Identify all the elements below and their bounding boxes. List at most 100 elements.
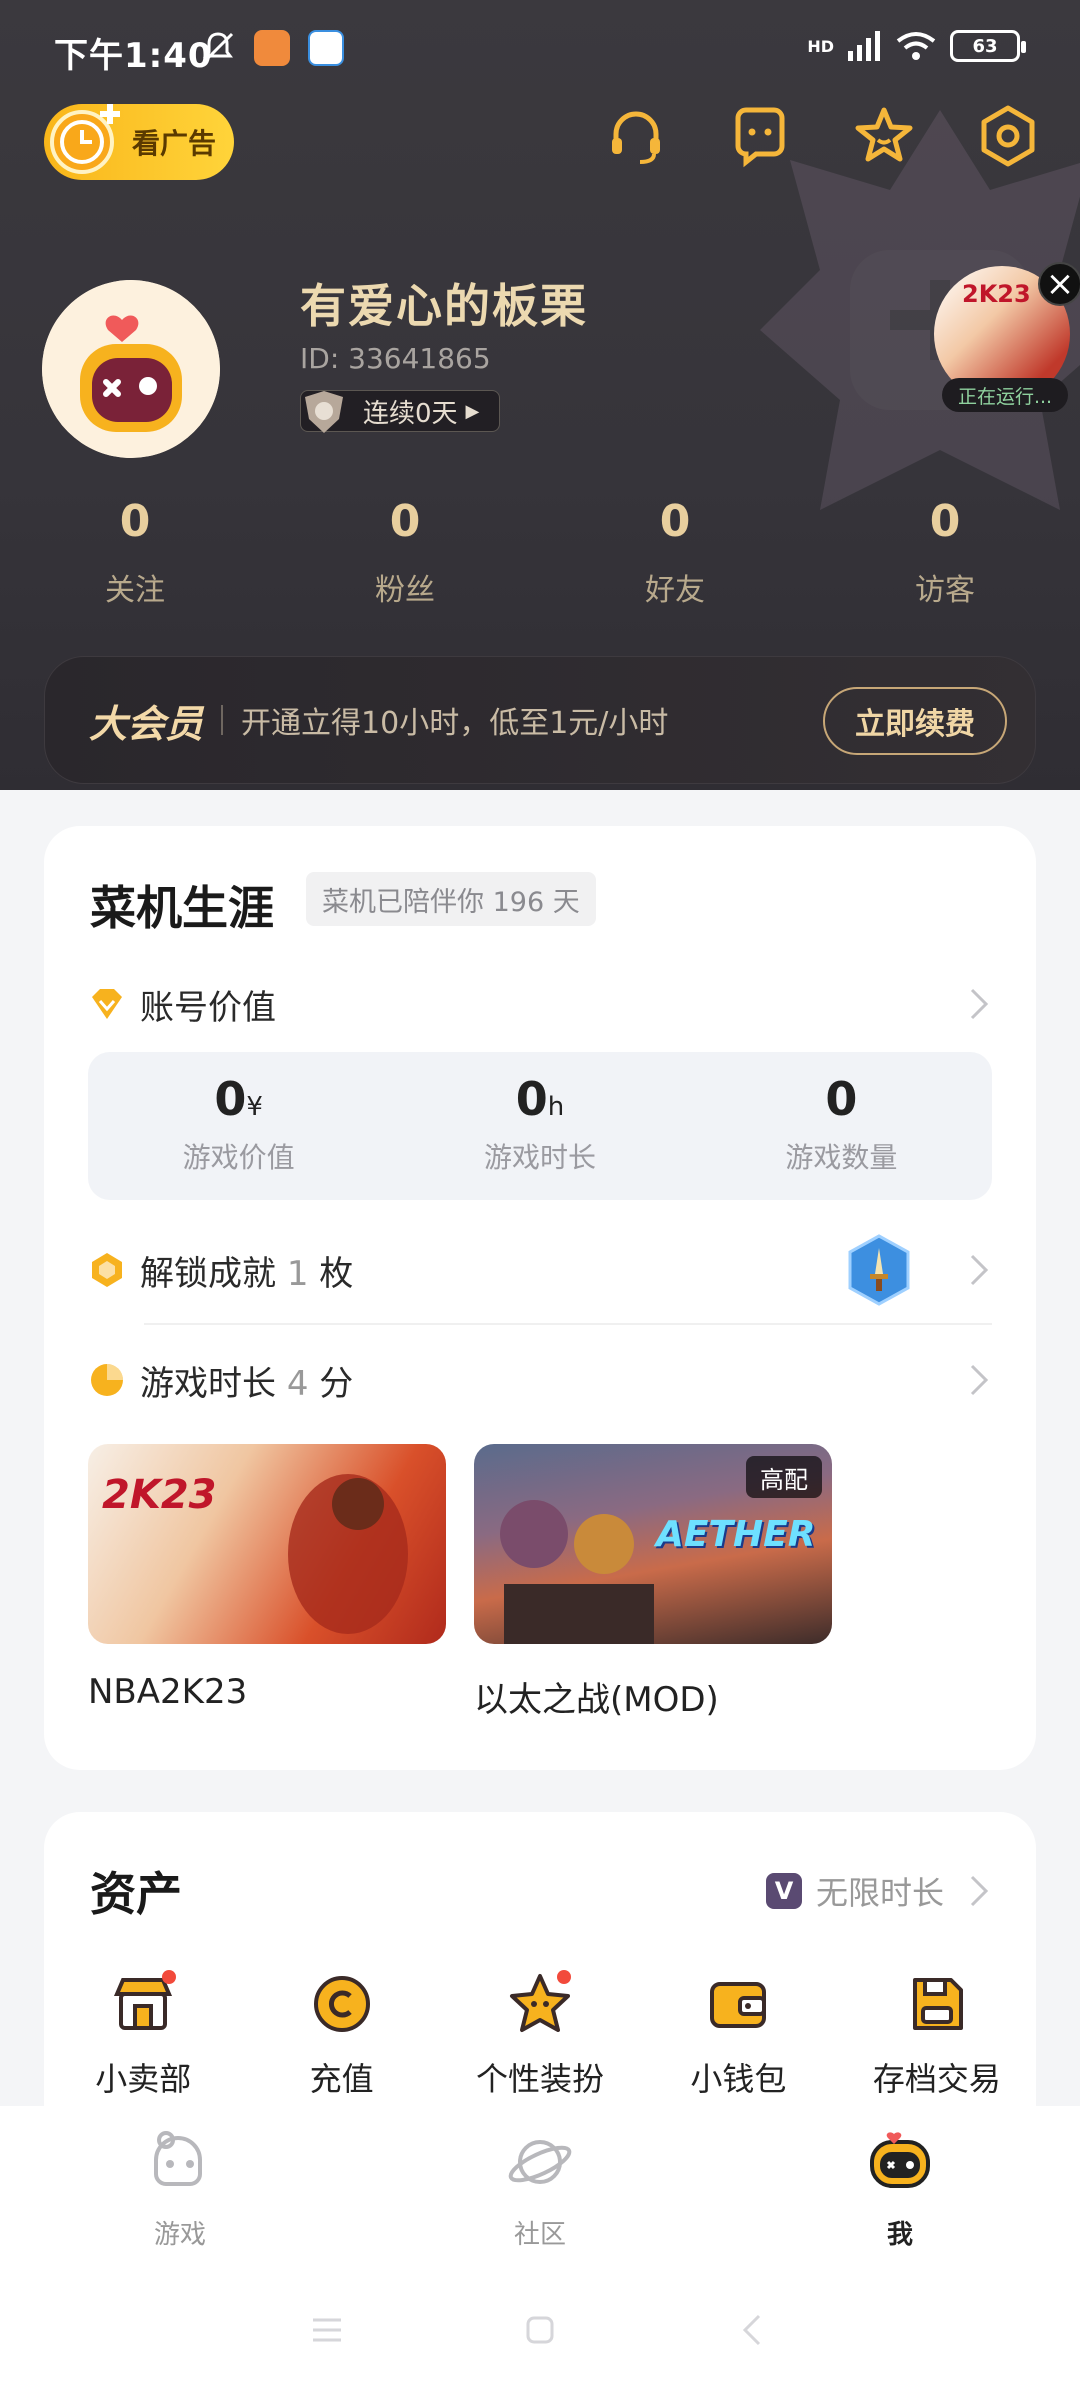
headset-icon[interactable] [604,104,668,168]
playtime-suffix: 分 [319,1363,354,1404]
stat-visitors[interactable]: 0 访客 [810,496,1080,609]
value-label: 游戏数量 [785,1141,898,1174]
stat-value: 0 [389,496,421,547]
tab-community[interactable]: 社区 [360,2126,720,2251]
value-unit: h [547,1092,565,1122]
stat-label: 关注 [105,573,165,608]
wifi-icon [896,32,936,60]
planet-icon [508,2140,572,2184]
stat-friends[interactable]: 0 好友 [540,496,810,609]
chat-icon[interactable] [728,104,792,168]
value-number: 0 [825,1072,858,1126]
achievement-row[interactable]: 解锁成就 1 枚 [88,1234,992,1306]
vip-banner[interactable]: 大会员 开通立得10小时，低至1元/小时 立即续费 [44,656,1036,784]
running-label: 正在运行... [942,378,1068,412]
settings-icon[interactable] [976,104,1040,168]
battery-indicator: 63 [950,30,1026,62]
unlimited-time-link[interactable]: V 无限时长 [765,1868,992,1914]
career-card: 菜机生涯 菜机已陪伴你 196 天 账号价值 0¥ 游戏价值 0h 游戏时长 0 游戏… [44,826,1036,1770]
network-type: HD [807,36,834,56]
asset-recharge[interactable]: 充值 [242,1972,440,2100]
game-card-nba2k23[interactable]: 2K23 NBA2K23 [88,1444,446,1721]
hexagon-badge-icon [92,1253,122,1287]
game-thumbnail[interactable]: 2K23 [88,1444,446,1644]
status-system-icons: HD 63 [807,30,1026,62]
stat-fans[interactable]: 0 粉丝 [270,496,540,609]
achievement-prefix: 解锁成就 [140,1253,276,1294]
tab-me[interactable]: 我 [720,2126,1080,2251]
streak-medal-icon [305,391,343,433]
social-stats: 0 关注 0 粉丝 0 好友 0 访客 [0,496,1080,609]
game-logo: 2K23 [102,1472,217,1518]
bottom-navigation: 游戏 社区 我 [0,2106,1080,2400]
value-game-count: 0 游戏数量 [691,1052,992,1200]
asset-dress-up[interactable]: 个性装扮 [441,1970,639,2100]
ad-timer-icon [50,104,120,174]
value-label: 游戏价值 [182,1141,295,1174]
value-label: 游戏时长 [483,1141,596,1174]
vip-v-icon: V [765,1873,802,1909]
tab-games[interactable]: 游戏 [0,2126,360,2251]
game-title: NBA2K23 [88,1672,248,1712]
vip-promo-text: 开通立得10小时，低至1元/小时 [241,706,669,741]
recent-games: 2K23 NBA2K23 AETHER 高配 以太之战(MOD) [88,1444,832,1721]
career-title: 菜机生涯 [90,881,274,935]
achievement-count: 1 [286,1253,309,1294]
chevron-right-icon [970,1254,989,1286]
value-unit: ¥ [246,1092,263,1122]
save-trade-icon [912,1978,963,2030]
stat-value: 0 [659,496,691,547]
stat-label: 粉丝 [375,573,435,608]
asset-wallet[interactable]: 小钱包 [639,1972,837,2100]
diamond-icon [92,989,122,1019]
high-spec-badge: 高配 [746,1456,822,1498]
home-icon[interactable] [520,2310,560,2350]
game-thumbnail[interactable]: AETHER 高配 [474,1444,832,1644]
watch-ad-label: 看广告 [132,127,217,160]
running-game-widget[interactable]: 2K23 × 正在运行... [934,262,1080,416]
status-time: 下午1:40 [54,36,213,76]
value-number: 0 [515,1072,548,1126]
avatar-mascot-icon [42,280,220,458]
vip-divider [221,705,224,735]
playtime-row[interactable]: 游戏时长 4 分 [88,1350,992,1410]
watch-ad-button[interactable]: 看广告 [44,104,234,180]
stat-value: 0 [119,496,151,547]
game-title: 以太之战(MOD) [474,1680,719,1720]
close-icon[interactable]: × [1038,262,1080,306]
asset-save-trade[interactable]: 存档交易 [838,1972,1036,2100]
status-bar: 下午1:40 HD 63 [0,0,1080,100]
stat-label: 访客 [915,573,975,608]
menu-icon[interactable] [307,2310,347,2350]
career-days-tag: 菜机已陪伴你 196 天 [306,872,596,926]
streak-badge[interactable]: 连续0天 ▶ [300,390,500,433]
renew-button[interactable]: 立即续费 [823,687,1007,755]
value-number: 0 [214,1072,247,1126]
status-notification-icons [200,30,344,66]
sword-achievement-icon [848,1234,910,1306]
asset-label: 充值 [309,2060,374,2098]
chevron-right-icon [970,1364,989,1396]
assets-title: 资产 [90,1867,182,1921]
avatar[interactable] [42,280,220,458]
asset-shop[interactable]: 小卖部 [44,1970,242,2100]
tab-label: 游戏 [153,2220,206,2250]
username: 有爱心的板栗 [300,279,588,333]
stat-value: 0 [929,496,961,547]
clock-icon [91,1364,123,1396]
notification-dot [162,1970,176,1984]
playtime-count: 4 [286,1363,309,1404]
app-notify-icon-2 [308,30,344,66]
game-card-aether[interactable]: AETHER 高配 以太之战(MOD) [474,1444,832,1721]
signal-icon [848,31,880,61]
star-icon[interactable] [852,104,916,168]
account-value-row[interactable]: 账号价值 [88,974,992,1034]
user-id: ID: 33641865 [300,342,491,375]
game-logo: AETHER [656,1514,816,1555]
back-icon[interactable] [733,2310,773,2350]
stat-following[interactable]: 0 关注 [0,496,270,609]
app-root: 下午1:40 HD 63 看广告 有爱心的板栗 ID: 33641865 连续0… [0,0,1080,2400]
tab-label: 我 [886,2220,913,2250]
mute-icon [202,32,234,64]
asset-label: 小卖部 [95,2060,192,2098]
